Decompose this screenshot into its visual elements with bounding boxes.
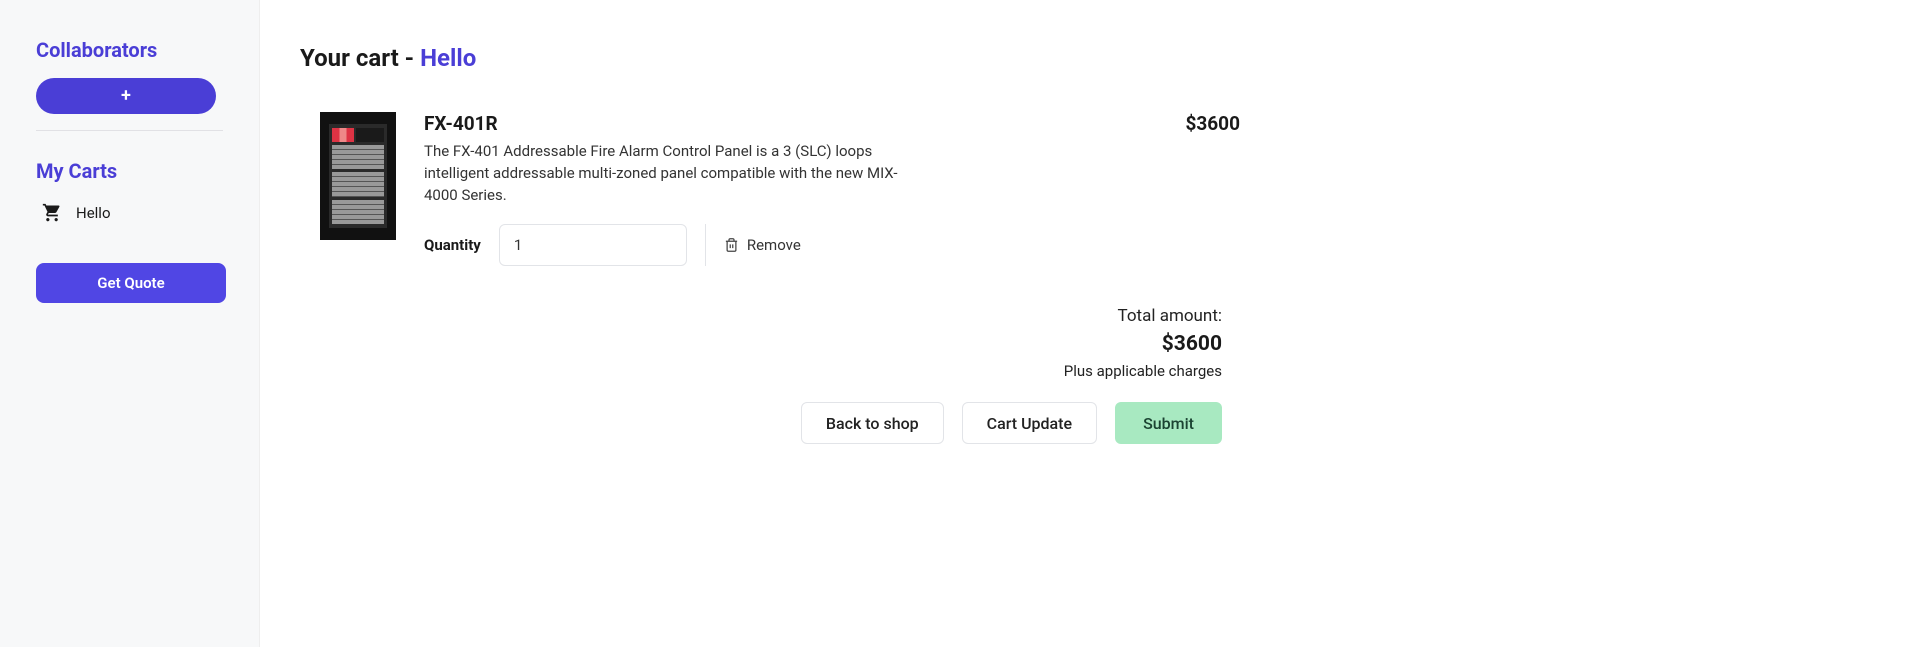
charges-note: Plus applicable charges <box>320 362 1222 380</box>
order-summary: Total amount: $3600 Plus applicable char… <box>320 306 1240 444</box>
panel-illustration <box>329 124 387 228</box>
sidebar-cart-item-label: Hello <box>76 204 111 222</box>
quantity-row: Quantity Remove <box>424 224 1240 266</box>
collaborators-heading: Collaborators <box>36 38 223 62</box>
sidebar-cart-item[interactable]: Hello <box>36 199 223 227</box>
sidebar: Collaborators + My Carts Hello Get Quote <box>0 0 260 647</box>
submit-button[interactable]: Submit <box>1115 402 1222 444</box>
trash-icon <box>724 237 739 253</box>
product-image <box>320 112 396 240</box>
title-cart-name: Hello <box>420 44 476 72</box>
product-details: FX-401R $3600 The FX-401 Addressable Fir… <box>424 112 1240 266</box>
product-price: $3600 <box>1185 112 1240 135</box>
title-prefix: Your cart - <box>300 44 420 72</box>
quantity-label: Quantity <box>424 236 481 254</box>
cart-items: FX-401R $3600 The FX-401 Addressable Fir… <box>300 112 1260 444</box>
total-amount-value: $3600 <box>320 332 1222 356</box>
cart-update-button[interactable]: Cart Update <box>962 402 1097 444</box>
product-name: FX-401R <box>424 112 498 135</box>
main-content: Your cart - Hello FX-401R $3600 <box>260 0 1300 647</box>
remove-label: Remove <box>747 236 801 254</box>
my-carts-heading: My Carts <box>36 159 223 183</box>
cart-item-row: FX-401R $3600 The FX-401 Addressable Fir… <box>320 112 1240 266</box>
quantity-input[interactable] <box>499 224 687 266</box>
back-to-shop-button[interactable]: Back to shop <box>801 402 944 444</box>
total-amount-label: Total amount: <box>320 306 1222 326</box>
vertical-divider <box>705 224 706 266</box>
cart-icon <box>42 203 62 223</box>
action-buttons: Back to shop Cart Update Submit <box>320 402 1222 444</box>
page-title: Your cart - Hello <box>300 44 1260 72</box>
remove-button[interactable]: Remove <box>724 236 801 254</box>
divider <box>36 130 223 131</box>
get-quote-button[interactable]: Get Quote <box>36 263 226 303</box>
product-description: The FX-401 Addressable Fire Alarm Contro… <box>424 141 914 206</box>
add-collaborator-button[interactable]: + <box>36 78 216 114</box>
